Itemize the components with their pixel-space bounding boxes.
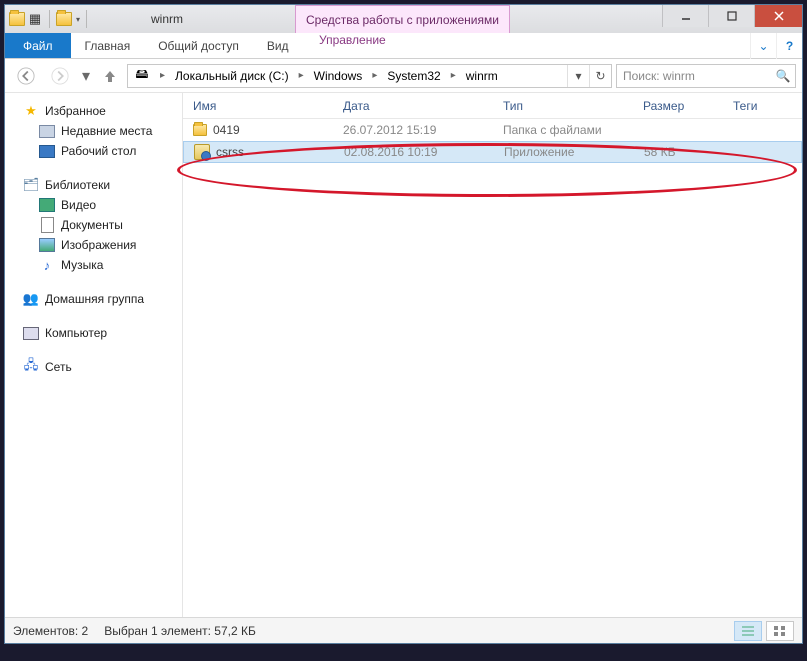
ribbon: Файл Главная Общий доступ Вид Управление… <box>5 33 802 59</box>
maximize-button[interactable] <box>708 5 754 27</box>
col-name[interactable]: Имя <box>183 99 333 113</box>
homegroup-icon: 👥 <box>23 291 39 307</box>
search-icon[interactable]: 🔍 <box>771 69 795 83</box>
close-button[interactable] <box>754 5 802 27</box>
file-rows: 0419 26.07.2012 15:19 Папка с файлами cs… <box>183 119 802 163</box>
sidebar-desktop[interactable]: Рабочий стол <box>9 141 178 161</box>
tab-home[interactable]: Главная <box>71 33 145 58</box>
sidebar-libraries[interactable]: 🗂Библиотеки <box>9 175 178 195</box>
chevron-right-icon[interactable]: ▸ <box>368 70 381 81</box>
status-bar: Элементов: 2 Выбран 1 элемент: 57,2 КБ <box>5 617 802 643</box>
video-icon <box>39 197 55 213</box>
navigation-bar: ▾ 🖴 ▸ Локальный диск (C:) ▸ Windows ▸ Sy… <box>5 59 802 93</box>
refresh-button[interactable]: ↻ <box>589 65 611 87</box>
minimize-button[interactable] <box>662 5 708 27</box>
file-tab[interactable]: Файл <box>5 33 71 58</box>
computer-icon <box>23 325 39 341</box>
sidebar-videos[interactable]: Видео <box>9 195 178 215</box>
sidebar-pictures[interactable]: Изображения <box>9 235 178 255</box>
network-icon: 🖧 <box>23 359 39 375</box>
icons-view-button[interactable] <box>766 621 794 641</box>
ribbon-expand-icon[interactable]: ⌄ <box>750 33 776 59</box>
help-button[interactable]: ? <box>776 33 802 59</box>
up-button[interactable] <box>97 63 123 89</box>
star-icon: ★ <box>23 103 39 119</box>
drive-icon: 🖴 <box>134 68 150 84</box>
search-box[interactable]: Поиск: winrm 🔍 <box>616 64 796 88</box>
breadcrumb-seg[interactable]: Локальный диск (C:) <box>169 65 295 87</box>
body: ★Избранное Недавние места Рабочий стол 🗂… <box>5 93 802 617</box>
folder-icon <box>193 124 207 136</box>
titlebar: ▦ ▾ winrm Средства работы с приложениями <box>5 5 802 33</box>
breadcrumb-seg[interactable]: System32 <box>381 65 446 87</box>
context-tab-header: Средства работы с приложениями <box>295 5 510 33</box>
col-date[interactable]: Дата <box>333 99 493 113</box>
status-item-count: Элементов: 2 <box>13 624 88 638</box>
tab-manage[interactable]: Управление <box>305 33 400 47</box>
sidebar-network[interactable]: 🖧Сеть <box>9 357 178 377</box>
details-view-button[interactable] <box>734 621 762 641</box>
desktop-icon <box>39 143 55 159</box>
sidebar-documents[interactable]: Документы <box>9 215 178 235</box>
file-row-selected[interactable]: csrss 02.08.2016 10:19 Приложение 58 КБ <box>183 141 802 163</box>
col-type[interactable]: Тип <box>493 99 633 113</box>
chevron-right-icon[interactable]: ▸ <box>295 70 308 81</box>
file-list-pane: Имя Дата Тип Размер Теги 0419 26.07.2012… <box>183 93 802 617</box>
properties-icon[interactable]: ▦ <box>27 11 43 27</box>
file-row[interactable]: 0419 26.07.2012 15:19 Папка с файлами <box>183 119 802 141</box>
address-bar[interactable]: 🖴 ▸ Локальный диск (C:) ▸ Windows ▸ Syst… <box>127 64 612 88</box>
navigation-pane: ★Избранное Недавние места Рабочий стол 🗂… <box>5 93 183 617</box>
sidebar-favorites[interactable]: ★Избранное <box>9 101 178 121</box>
status-selection: Выбран 1 элемент: 57,2 КБ <box>104 624 256 638</box>
tab-view[interactable]: Вид <box>253 33 303 58</box>
breadcrumb-seg[interactable]: winrm <box>460 65 504 87</box>
sidebar-homegroup[interactable]: 👥Домашняя группа <box>9 289 178 309</box>
open-folder-icon[interactable] <box>56 12 72 26</box>
col-size[interactable]: Размер <box>633 99 723 113</box>
libraries-icon: 🗂 <box>23 177 39 193</box>
chevron-right-icon[interactable]: ▸ <box>447 70 460 81</box>
separator <box>49 10 50 28</box>
address-dropdown-icon[interactable]: ▾ <box>567 65 589 87</box>
explorer-window: ▦ ▾ winrm Средства работы с приложениями… <box>4 4 803 644</box>
col-tags[interactable]: Теги <box>723 99 802 113</box>
breadcrumb-seg[interactable]: Windows <box>308 65 369 87</box>
folder-icon <box>9 12 25 26</box>
back-button[interactable] <box>11 61 41 91</box>
recent-icon <box>39 123 55 139</box>
recent-dropdown[interactable]: ▾ <box>79 63 93 89</box>
document-icon <box>39 217 55 233</box>
search-placeholder: Поиск: winrm <box>623 69 695 83</box>
qat-dropdown-icon[interactable]: ▾ <box>76 15 80 24</box>
tab-share[interactable]: Общий доступ <box>144 33 253 58</box>
window-title: winrm <box>151 12 183 26</box>
column-headers: Имя Дата Тип Размер Теги <box>183 93 802 119</box>
music-icon: ♪ <box>39 257 55 273</box>
chevron-right-icon[interactable]: ▸ <box>156 70 169 81</box>
window-controls <box>662 5 802 27</box>
sidebar-recent-places[interactable]: Недавние места <box>9 121 178 141</box>
quick-access-toolbar: ▦ ▾ <box>5 10 91 28</box>
application-icon <box>194 144 210 160</box>
sidebar-computer[interactable]: Компьютер <box>9 323 178 343</box>
sidebar-music[interactable]: ♪Музыка <box>9 255 178 275</box>
separator <box>86 10 87 28</box>
forward-button[interactable] <box>45 61 75 91</box>
pictures-icon <box>39 237 55 253</box>
